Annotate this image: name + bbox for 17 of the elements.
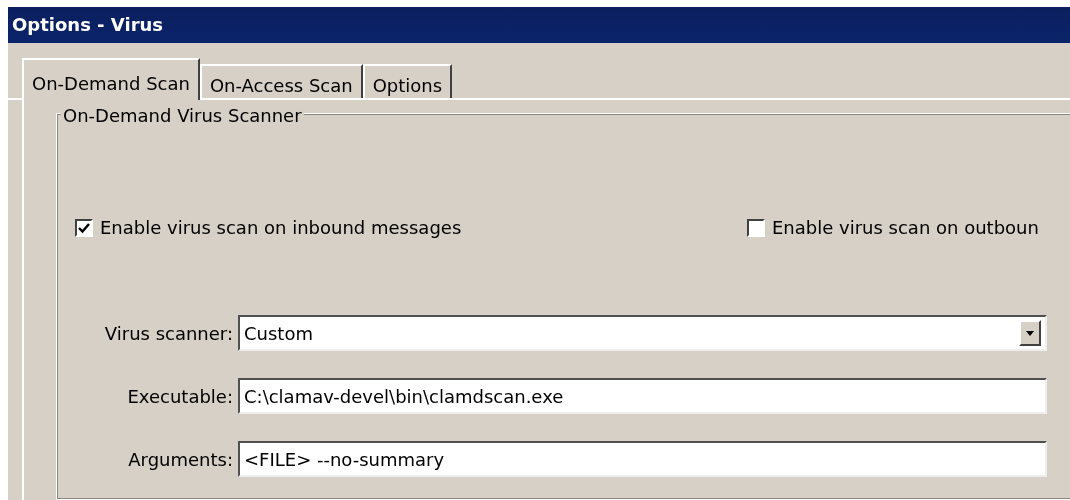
check-icon xyxy=(78,221,90,234)
checkbox[interactable] xyxy=(75,218,93,237)
field-label: Executable: xyxy=(126,384,233,409)
tab[interactable]: Options xyxy=(362,64,453,98)
checkbox-label: Enable virus scan on inbound messages xyxy=(100,216,462,240)
dropdown-button[interactable] xyxy=(1019,320,1041,346)
input-field[interactable]: <FILE> --no-summary xyxy=(238,441,1047,477)
field-label: Arguments: xyxy=(127,447,233,472)
dropdown[interactable]: Custom xyxy=(238,315,1047,351)
tab[interactable]: On-Access Scan xyxy=(199,64,363,98)
window-title: Options - Virus xyxy=(8,7,1070,43)
input-field[interactable]: C:\clamav-devel\bin\clamdscan.exe xyxy=(238,378,1047,414)
tab[interactable]: On-Demand Scan xyxy=(22,58,200,100)
checkbox-label: Enable virus scan on outboun xyxy=(772,216,1039,240)
caret-icon xyxy=(1026,330,1034,336)
checkbox[interactable] xyxy=(747,218,765,237)
field-label: Virus scanner: xyxy=(103,321,233,346)
